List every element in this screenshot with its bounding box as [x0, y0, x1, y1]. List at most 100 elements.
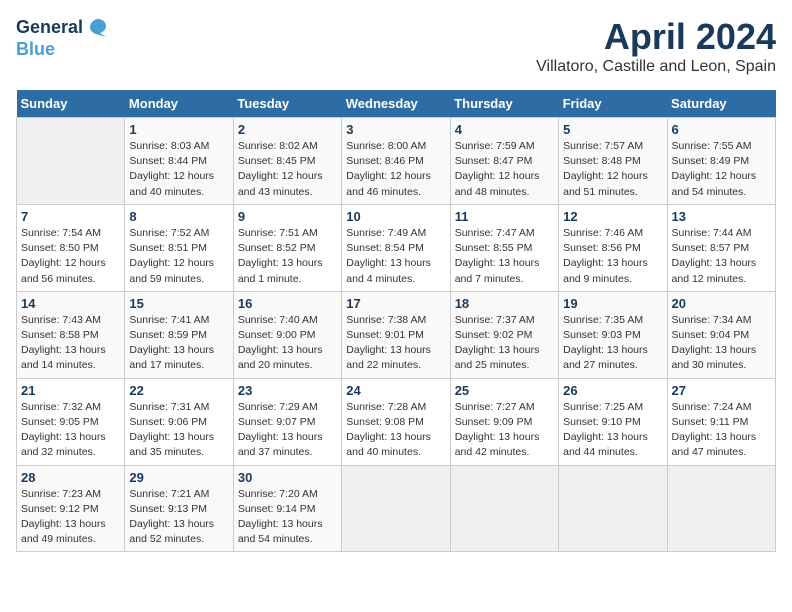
day-info: Sunrise: 7:52 AMSunset: 8:51 PMDaylight:…: [129, 226, 228, 287]
calendar-cell: 7 Sunrise: 7:54 AMSunset: 8:50 PMDayligh…: [17, 204, 125, 291]
day-info: Sunrise: 7:41 AMSunset: 8:59 PMDaylight:…: [129, 313, 228, 374]
calendar-week-row: 21 Sunrise: 7:32 AMSunset: 9:05 PMDaylig…: [17, 378, 776, 465]
calendar-cell: [17, 118, 125, 205]
calendar-cell: 4 Sunrise: 7:59 AMSunset: 8:47 PMDayligh…: [450, 118, 558, 205]
day-number: 2: [238, 122, 337, 137]
day-info: Sunrise: 7:55 AMSunset: 8:49 PMDaylight:…: [672, 139, 771, 200]
calendar-cell: [342, 465, 450, 552]
calendar-cell: 28 Sunrise: 7:23 AMSunset: 9:12 PMDaylig…: [17, 465, 125, 552]
day-info: Sunrise: 7:27 AMSunset: 9:09 PMDaylight:…: [455, 400, 554, 461]
day-info: Sunrise: 7:21 AMSunset: 9:13 PMDaylight:…: [129, 487, 228, 548]
day-number: 23: [238, 383, 337, 398]
calendar-cell: 27 Sunrise: 7:24 AMSunset: 9:11 PMDaylig…: [667, 378, 775, 465]
day-info: Sunrise: 8:02 AMSunset: 8:45 PMDaylight:…: [238, 139, 337, 200]
day-number: 6: [672, 122, 771, 137]
day-info: Sunrise: 7:54 AMSunset: 8:50 PMDaylight:…: [21, 226, 120, 287]
day-info: Sunrise: 7:34 AMSunset: 9:04 PMDaylight:…: [672, 313, 771, 374]
day-info: Sunrise: 8:03 AMSunset: 8:44 PMDaylight:…: [129, 139, 228, 200]
day-number: 18: [455, 296, 554, 311]
day-number: 27: [672, 383, 771, 398]
day-info: Sunrise: 7:32 AMSunset: 9:05 PMDaylight:…: [21, 400, 120, 461]
calendar-week-row: 14 Sunrise: 7:43 AMSunset: 8:58 PMDaylig…: [17, 291, 776, 378]
day-info: Sunrise: 7:47 AMSunset: 8:55 PMDaylight:…: [455, 226, 554, 287]
day-number: 1: [129, 122, 228, 137]
day-number: 5: [563, 122, 662, 137]
day-number: 26: [563, 383, 662, 398]
day-number: 28: [21, 470, 120, 485]
day-info: Sunrise: 7:37 AMSunset: 9:02 PMDaylight:…: [455, 313, 554, 374]
calendar-cell: 14 Sunrise: 7:43 AMSunset: 8:58 PMDaylig…: [17, 291, 125, 378]
calendar-cell: 3 Sunrise: 8:00 AMSunset: 8:46 PMDayligh…: [342, 118, 450, 205]
calendar-cell: 9 Sunrise: 7:51 AMSunset: 8:52 PMDayligh…: [233, 204, 341, 291]
day-number: 24: [346, 383, 445, 398]
calendar-day-header: Sunday: [17, 90, 125, 118]
calendar-cell: 16 Sunrise: 7:40 AMSunset: 9:00 PMDaylig…: [233, 291, 341, 378]
day-number: 25: [455, 383, 554, 398]
calendar-week-row: 1 Sunrise: 8:03 AMSunset: 8:44 PMDayligh…: [17, 118, 776, 205]
calendar-cell: 30 Sunrise: 7:20 AMSunset: 9:14 PMDaylig…: [233, 465, 341, 552]
page-header: General Blue April 2024 Villatoro, Casti…: [16, 16, 776, 82]
day-number: 9: [238, 209, 337, 224]
calendar-cell: 29 Sunrise: 7:21 AMSunset: 9:13 PMDaylig…: [125, 465, 233, 552]
subtitle: Villatoro, Castille and Leon, Spain: [536, 58, 776, 76]
calendar-cell: [450, 465, 558, 552]
calendar-day-header: Tuesday: [233, 90, 341, 118]
calendar-cell: 15 Sunrise: 7:41 AMSunset: 8:59 PMDaylig…: [125, 291, 233, 378]
logo-bird-icon: [86, 16, 110, 40]
day-number: 15: [129, 296, 228, 311]
calendar-cell: 1 Sunrise: 8:03 AMSunset: 8:44 PMDayligh…: [125, 118, 233, 205]
day-info: Sunrise: 7:20 AMSunset: 9:14 PMDaylight:…: [238, 487, 337, 548]
day-number: 17: [346, 296, 445, 311]
day-info: Sunrise: 7:59 AMSunset: 8:47 PMDaylight:…: [455, 139, 554, 200]
day-info: Sunrise: 7:49 AMSunset: 8:54 PMDaylight:…: [346, 226, 445, 287]
calendar-cell: 21 Sunrise: 7:32 AMSunset: 9:05 PMDaylig…: [17, 378, 125, 465]
day-number: 16: [238, 296, 337, 311]
logo-text: General Blue: [16, 16, 110, 60]
day-info: Sunrise: 7:51 AMSunset: 8:52 PMDaylight:…: [238, 226, 337, 287]
day-number: 20: [672, 296, 771, 311]
calendar-day-header: Friday: [559, 90, 667, 118]
day-number: 19: [563, 296, 662, 311]
day-number: 10: [346, 209, 445, 224]
calendar-cell: 23 Sunrise: 7:29 AMSunset: 9:07 PMDaylig…: [233, 378, 341, 465]
day-number: 21: [21, 383, 120, 398]
day-number: 11: [455, 209, 554, 224]
calendar-table: SundayMondayTuesdayWednesdayThursdayFrid…: [16, 90, 776, 552]
calendar-cell: 2 Sunrise: 8:02 AMSunset: 8:45 PMDayligh…: [233, 118, 341, 205]
calendar-header-row: SundayMondayTuesdayWednesdayThursdayFrid…: [17, 90, 776, 118]
title-section: April 2024 Villatoro, Castille and Leon,…: [536, 16, 776, 76]
day-info: Sunrise: 7:29 AMSunset: 9:07 PMDaylight:…: [238, 400, 337, 461]
calendar-cell: 25 Sunrise: 7:27 AMSunset: 9:09 PMDaylig…: [450, 378, 558, 465]
calendar-cell: [559, 465, 667, 552]
day-info: Sunrise: 7:46 AMSunset: 8:56 PMDaylight:…: [563, 226, 662, 287]
day-number: 22: [129, 383, 228, 398]
calendar-cell: 17 Sunrise: 7:38 AMSunset: 9:01 PMDaylig…: [342, 291, 450, 378]
day-number: 3: [346, 122, 445, 137]
day-number: 29: [129, 470, 228, 485]
day-info: Sunrise: 7:24 AMSunset: 9:11 PMDaylight:…: [672, 400, 771, 461]
calendar-cell: 12 Sunrise: 7:46 AMSunset: 8:56 PMDaylig…: [559, 204, 667, 291]
day-number: 30: [238, 470, 337, 485]
day-info: Sunrise: 7:38 AMSunset: 9:01 PMDaylight:…: [346, 313, 445, 374]
calendar-cell: 13 Sunrise: 7:44 AMSunset: 8:57 PMDaylig…: [667, 204, 775, 291]
calendar-cell: 11 Sunrise: 7:47 AMSunset: 8:55 PMDaylig…: [450, 204, 558, 291]
calendar-day-header: Thursday: [450, 90, 558, 118]
calendar-cell: 8 Sunrise: 7:52 AMSunset: 8:51 PMDayligh…: [125, 204, 233, 291]
calendar-cell: 10 Sunrise: 7:49 AMSunset: 8:54 PMDaylig…: [342, 204, 450, 291]
calendar-cell: [667, 465, 775, 552]
calendar-week-row: 28 Sunrise: 7:23 AMSunset: 9:12 PMDaylig…: [17, 465, 776, 552]
calendar-cell: 5 Sunrise: 7:57 AMSunset: 8:48 PMDayligh…: [559, 118, 667, 205]
day-info: Sunrise: 7:44 AMSunset: 8:57 PMDaylight:…: [672, 226, 771, 287]
day-info: Sunrise: 7:28 AMSunset: 9:08 PMDaylight:…: [346, 400, 445, 461]
calendar-cell: 19 Sunrise: 7:35 AMSunset: 9:03 PMDaylig…: [559, 291, 667, 378]
calendar-cell: 20 Sunrise: 7:34 AMSunset: 9:04 PMDaylig…: [667, 291, 775, 378]
logo: General Blue: [16, 16, 110, 60]
calendar-cell: 26 Sunrise: 7:25 AMSunset: 9:10 PMDaylig…: [559, 378, 667, 465]
day-info: Sunrise: 7:40 AMSunset: 9:00 PMDaylight:…: [238, 313, 337, 374]
day-info: Sunrise: 7:25 AMSunset: 9:10 PMDaylight:…: [563, 400, 662, 461]
calendar-cell: 22 Sunrise: 7:31 AMSunset: 9:06 PMDaylig…: [125, 378, 233, 465]
day-info: Sunrise: 7:35 AMSunset: 9:03 PMDaylight:…: [563, 313, 662, 374]
day-number: 12: [563, 209, 662, 224]
day-number: 8: [129, 209, 228, 224]
calendar-day-header: Monday: [125, 90, 233, 118]
